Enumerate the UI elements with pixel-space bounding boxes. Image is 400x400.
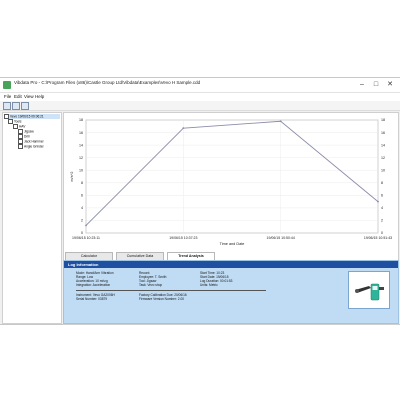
vibration-meter-icon	[355, 283, 384, 301]
log-title: Log Information	[68, 262, 99, 267]
y-tick-label-left: 12	[79, 156, 83, 160]
tree-item-label: Angle Grinder	[24, 144, 44, 149]
y-tick-label-right: 18	[381, 118, 385, 122]
y-tick-label-left: 4	[81, 206, 83, 210]
log-integration: Integration: Acceleration	[76, 283, 111, 287]
open-file-icon[interactable]	[3, 102, 11, 110]
view-tabs: Calculator Cumulative Data Trend Analysi…	[63, 252, 397, 261]
maximize-button[interactable]: □	[370, 79, 382, 90]
menu-edit[interactable]: Edit	[14, 94, 22, 99]
data-point	[377, 200, 379, 203]
y-tick-label-right: 4	[381, 206, 383, 210]
tree-item-label: Jigsaw	[24, 129, 34, 134]
tree-item-label: Drill	[24, 134, 30, 139]
log-task: Task: Vevo shop	[139, 283, 163, 287]
minimize-button[interactable]: –	[356, 79, 368, 90]
y-tick-label-right: 6	[381, 194, 383, 198]
y-tick-label-right: 12	[381, 156, 385, 160]
data-point	[279, 120, 282, 123]
close-button[interactable]: ✕	[384, 79, 396, 90]
checkbox-icon[interactable]	[18, 144, 23, 149]
x-tick-label: 19/06/15 10:37:23	[169, 236, 197, 240]
y-tick-label-left: 8	[81, 181, 83, 185]
x-axis-title: Time and Date	[220, 242, 245, 246]
y-tick-label-left: 6	[81, 194, 83, 198]
y-tick-label-left: 2	[81, 219, 83, 223]
menu-file[interactable]: File	[4, 94, 11, 99]
y-tick-label-right: 0	[381, 231, 383, 235]
y-tick-label-left: 14	[79, 143, 83, 147]
x-tick-label: 19/06/15 10:51:43	[364, 236, 392, 240]
trend-chart: 0 0 2 2 4 4 6 6 8 8 10 10 12 12 14 14 16 16 18 18 19/06/15 1…	[70, 118, 392, 246]
menu-view[interactable]: View	[24, 94, 34, 99]
log-header: Log Information	[64, 261, 398, 268]
tree-item-angle-grinder[interactable]: Angle Grinder	[18, 144, 44, 149]
device-image	[348, 271, 390, 309]
save-icon[interactable]	[12, 102, 20, 110]
log-information-panel: Log Information Mode: Hand/Arm Vibration…	[63, 260, 399, 324]
toolbar	[0, 101, 400, 111]
app-window: Vibdata Pro - C:\Program Files (x86)\Cas…	[0, 77, 400, 325]
title-bar: Vibdata Pro - C:\Program Files (x86)\Cas…	[0, 78, 400, 93]
tree-root-label: Vevo 19/06/15 09:06:21	[10, 114, 44, 119]
print-icon[interactable]	[21, 102, 29, 110]
y-tick-label-left: 10	[79, 168, 83, 172]
data-tree: Vevo 19/06/15 09:06:21 Tools HAV Jigsaw …	[2, 112, 62, 324]
x-tick-label: 19/06/15 10:23:11	[72, 236, 100, 240]
window-title: Vibdata Pro - C:\Program Files (x86)\Cas…	[14, 80, 201, 85]
y-tick-label-right: 8	[381, 181, 383, 185]
y-tick-label-left: 0	[81, 231, 83, 235]
menu-help[interactable]: Help	[35, 94, 44, 99]
tree-group-label: Tools	[14, 119, 22, 124]
y-tick-label-right: 2	[381, 219, 383, 223]
log-serial-number: Serial Number: 03879	[76, 297, 108, 301]
y-tick-label-right: 14	[381, 143, 385, 147]
menu-bar: File Edit View Help	[0, 93, 400, 101]
log-divider	[76, 290, 266, 291]
y-tick-label-right: 10	[381, 168, 385, 172]
x-tick-label: 19/06/15 10:50:44	[267, 236, 295, 240]
data-point	[85, 224, 87, 227]
data-point	[182, 127, 185, 130]
log-units: Units: Metric	[200, 283, 218, 287]
y-tick-label-left: 16	[79, 131, 83, 135]
log-firmware-version: Firmware Version Number: 2.00	[139, 297, 184, 301]
y-tick-label-right: 16	[381, 131, 385, 135]
plot-area	[85, 119, 379, 234]
y-tick-label-left: 18	[79, 118, 83, 122]
tree-subgroup-label: HAV	[19, 124, 26, 129]
y-axis-title: m/s^2	[70, 171, 74, 181]
tree-item-label: Jack Hammer	[24, 139, 44, 144]
app-icon	[3, 81, 11, 89]
